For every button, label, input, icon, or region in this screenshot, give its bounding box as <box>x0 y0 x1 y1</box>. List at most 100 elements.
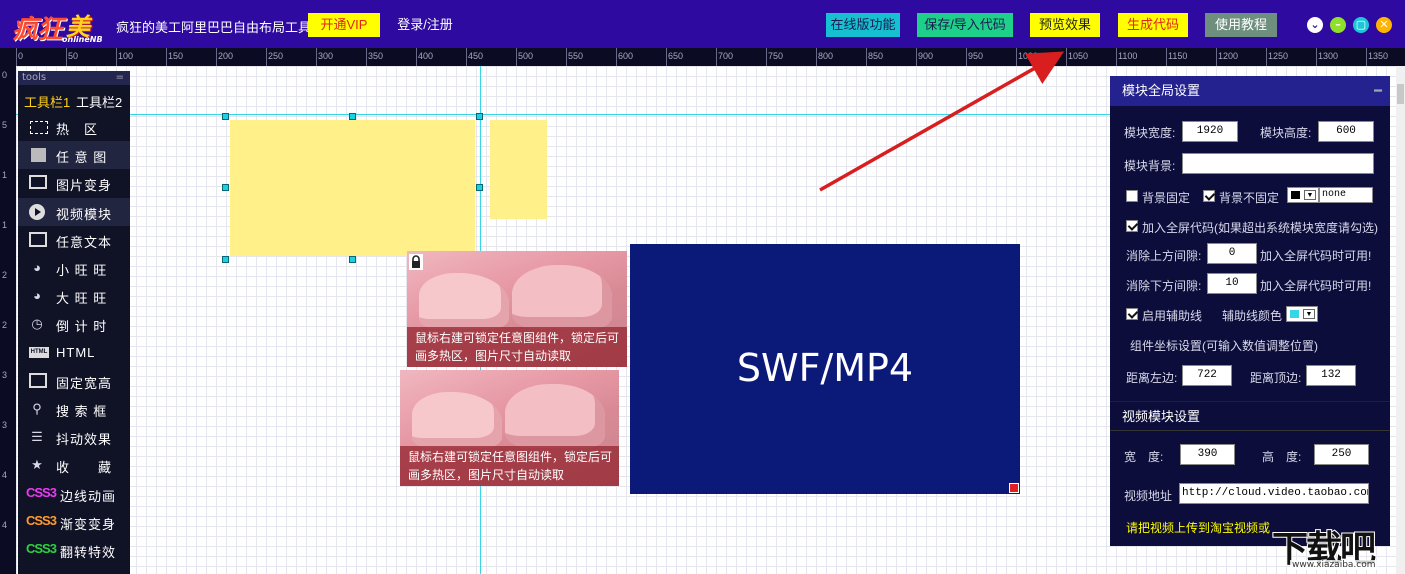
dashed-rect-icon <box>30 121 48 134</box>
ruler-top-label: 300 <box>318 51 334 61</box>
image-component[interactable]: 鼠标右建可锁定任意图组件，锁定后可画多热区，图片尺寸自动读取 <box>407 251 627 367</box>
ruler-top-label: 400 <box>418 51 434 61</box>
ruler-left-label: 4 <box>2 520 8 530</box>
resize-handle[interactable] <box>476 184 483 191</box>
panel-minimize-icon[interactable]: ━ <box>1374 76 1382 106</box>
vip-button[interactable]: 开通VIP <box>308 13 380 37</box>
top-distance-input[interactable]: 132 <box>1306 365 1356 386</box>
save-import-button[interactable]: 保存/导入代码 <box>917 13 1013 37</box>
login-link[interactable]: 登录/注册 <box>396 13 454 37</box>
preview-button[interactable]: 预览效果 <box>1030 13 1100 37</box>
window-menu-icon[interactable]: ⌄ <box>1307 17 1323 33</box>
video-module[interactable]: SWF/MP4 <box>630 244 1020 494</box>
video-settings-header[interactable]: 视频模块设置 <box>1110 401 1390 431</box>
resize-handle[interactable] <box>222 256 229 263</box>
video-placeholder-label: SWF/MP4 <box>736 346 914 390</box>
aux-color-label: 辅助线颜色 <box>1222 309 1283 323</box>
tool-item[interactable]: 任意文本 <box>18 226 130 254</box>
video-settings-title: 视频模块设置 <box>1122 409 1201 424</box>
product-photo <box>512 265 612 329</box>
ruler-top-label: 1200 <box>1218 51 1239 61</box>
ruler-top-label: 550 <box>568 51 584 61</box>
tool-item[interactable]: 图片变身 <box>18 169 130 197</box>
tool-item[interactable]: 固定宽高 <box>18 367 130 395</box>
ruler-tick <box>1166 48 1167 66</box>
tab-toolbar-2[interactable]: 工具栏2 <box>76 92 122 111</box>
tool-item-label: 任意文本 <box>56 234 113 250</box>
tool-item[interactable]: ◕ 小 旺 旺 <box>18 254 130 282</box>
tool-item[interactable]: HTML HTML <box>18 339 130 367</box>
top-gap-input[interactable]: 0 <box>1207 243 1257 264</box>
global-settings-header[interactable]: 模块全局设置 ━ <box>1110 76 1390 106</box>
online-features-button[interactable]: 在线版功能 <box>826 13 900 37</box>
video-width-input[interactable]: 390 <box>1180 444 1235 465</box>
aux-color-picker[interactable]: ▼ <box>1286 306 1318 322</box>
tool-item[interactable]: CSS3 边线动画 <box>18 480 130 508</box>
resize-corner-icon[interactable] <box>1009 483 1019 493</box>
ruler-tick <box>916 48 917 66</box>
fullscreen-code-checkbox[interactable] <box>1126 220 1138 232</box>
video-height-input[interactable]: 250 <box>1314 444 1369 465</box>
tool-item[interactable]: CSS3 翻转特效 <box>18 536 130 564</box>
aux-line-checkbox[interactable] <box>1126 308 1138 320</box>
color-swatch <box>1291 191 1300 199</box>
tool-item[interactable]: ☰ 抖动效果 <box>18 423 130 451</box>
collapse-icon[interactable]: = <box>116 71 124 85</box>
top-gap-note: 加入全屏代码时可用! <box>1260 249 1372 263</box>
tool-item[interactable]: ◕ 大 旺 旺 <box>18 282 130 310</box>
tool-item[interactable]: ★ 收 藏 <box>18 451 130 479</box>
minimize-icon[interactable]: – <box>1330 17 1346 33</box>
resize-handle[interactable] <box>222 184 229 191</box>
bg-color-input[interactable]: none <box>1319 187 1373 203</box>
resize-handle[interactable] <box>476 113 483 120</box>
maximize-icon[interactable]: ▢ <box>1353 17 1369 33</box>
bg-unfixed-checkbox[interactable] <box>1203 190 1215 202</box>
app-window: 疯狂 美工 onlineNB 疯狂的美工阿里巴巴自由布局工具 开通VIP 登录/… <box>0 0 1405 574</box>
ruler-left-label: 2 <box>2 320 8 330</box>
tool-item-label: 大 旺 旺 <box>56 291 108 307</box>
tool-item-label: 渐变变身 <box>60 516 117 532</box>
hotzone-block-small[interactable] <box>490 120 547 219</box>
tutorial-button[interactable]: 使用教程 <box>1205 13 1277 37</box>
bg-fixed-checkbox[interactable] <box>1126 190 1138 202</box>
star-icon: ★ <box>31 457 43 473</box>
ruler-tick <box>66 48 67 66</box>
video-url-input[interactable]: http://cloud.video.taobao.com//p <box>1179 483 1369 504</box>
bottom-gap-input[interactable]: 10 <box>1207 273 1257 294</box>
ruler-tick <box>166 48 167 66</box>
module-bg-input[interactable] <box>1182 153 1374 174</box>
tool-item[interactable]: 热 区 <box>18 113 130 141</box>
product-photo <box>412 392 502 448</box>
hotzone-block[interactable] <box>230 120 475 256</box>
logo-main-text: 疯狂 <box>12 15 63 45</box>
scrollbar[interactable] <box>1396 66 1405 574</box>
resize-handle[interactable] <box>222 113 229 120</box>
ruler-tick <box>866 48 867 66</box>
ruler-tick <box>1316 48 1317 66</box>
tools-panel-header[interactable]: tools = <box>18 71 130 85</box>
ruler-top-label: 1100 <box>1118 51 1138 61</box>
left-distance-input[interactable]: 722 <box>1182 365 1232 386</box>
tool-item[interactable]: ⚲ 搜 索 框 <box>18 395 130 423</box>
aux-line-label: 启用辅助线 <box>1142 309 1203 323</box>
generate-code-button[interactable]: 生成代码 <box>1118 13 1188 37</box>
resize-handle[interactable] <box>349 113 356 120</box>
module-width-input[interactable]: 1920 <box>1182 121 1238 142</box>
image-icon <box>29 175 47 190</box>
tool-item[interactable]: 视频模块 <box>18 197 130 226</box>
close-icon[interactable]: ✕ <box>1376 17 1392 33</box>
tab-toolbar-1[interactable]: 工具栏1 <box>24 92 70 111</box>
resize-handle[interactable] <box>349 256 356 263</box>
scrollbar-thumb[interactable] <box>1397 84 1404 104</box>
tool-item[interactable]: 任 意 图 <box>18 141 130 170</box>
lock-icon[interactable] <box>409 254 423 270</box>
video-url-label: 视频地址 <box>1124 489 1173 503</box>
module-height-input[interactable]: 600 <box>1318 121 1374 142</box>
tool-item[interactable]: CSS3 渐变变身 <box>18 508 130 536</box>
image-component[interactable]: 鼠标右建可锁定任意图组件，锁定后可画多热区，图片尺寸自动读取 <box>400 370 619 486</box>
css3-icon: CSS3 <box>26 512 57 528</box>
ruler-top-label: 700 <box>718 51 734 61</box>
bg-color-picker[interactable]: ▼ <box>1287 187 1319 203</box>
ruler-top-label: 100 <box>118 51 134 61</box>
tool-item[interactable]: ◷ 倒 计 时 <box>18 310 130 338</box>
